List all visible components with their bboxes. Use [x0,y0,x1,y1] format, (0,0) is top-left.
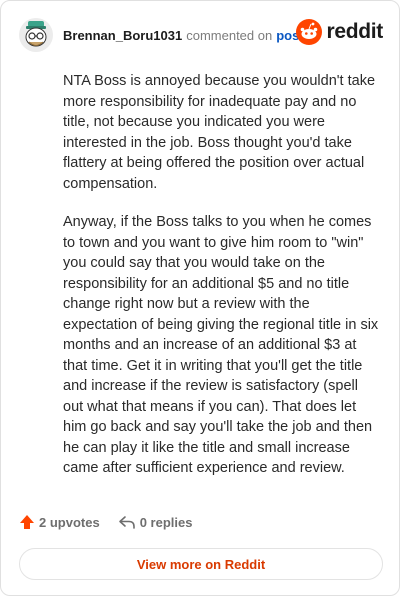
reddit-wordmark: reddit [326,20,383,43]
view-more-button[interactable]: View more on Reddit [19,548,383,580]
upvote-count: 2 upvotes [39,514,100,530]
comment-card: Brennan_Boru1031 commented on post reddi… [0,0,400,596]
avatar[interactable] [19,18,53,52]
comment-paragraph-1: NTA Boss is annoyed because you wouldn't… [63,73,376,192]
comment-body: NTA Boss is annoyed because you wouldn't… [63,71,379,497]
upvote-arrow-icon [20,515,34,529]
username-link[interactable]: Brennan_Boru1031 [63,28,182,43]
comment-paragraph-2: Anyway, if the Boss talks to you when he… [63,214,379,476]
upvote-button[interactable]: 2 upvotes [19,514,100,530]
reply-arrow-icon [118,516,135,529]
reddit-snoo-icon [296,19,323,45]
reddit-logo[interactable]: reddit [296,19,383,45]
reply-count: 0 replies [139,514,193,530]
snoo-avatar-icon [19,18,53,52]
comment-header: Brennan_Boru1031 commented on post reddi… [19,17,383,53]
comment-actions: 2 upvotes 0 replies [19,514,192,530]
comment-meta: Brennan_Boru1031 commented on post [63,28,304,43]
commented-on-text: commented on [186,27,273,43]
reply-button[interactable]: 0 replies [118,514,193,530]
